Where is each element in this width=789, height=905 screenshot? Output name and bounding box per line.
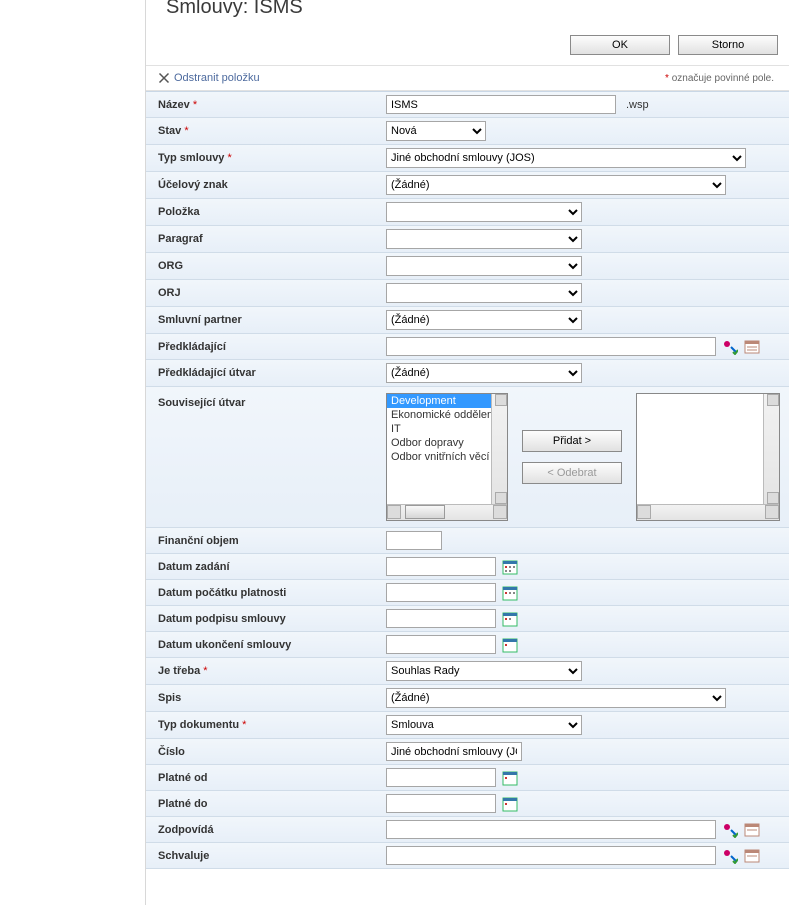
predkladajici-input[interactable] [386, 337, 716, 356]
spis-select[interactable]: (Žádné) [386, 688, 726, 708]
calendar-icon[interactable] [502, 585, 518, 601]
souvisejici-available-list[interactable]: Development Ekonomické oddělení IT Odbor… [386, 393, 508, 521]
paragraf-select[interactable] [386, 229, 582, 249]
datum-podpisu-input[interactable] [386, 609, 496, 628]
datum-zadani-input[interactable] [386, 557, 496, 576]
main-content: Smlouvy: ISMS OK Storno Odstranit položk… [146, 0, 789, 905]
delete-item-link[interactable]: Odstranit položku [158, 72, 260, 84]
zodpovida-input[interactable] [386, 820, 716, 839]
scrollbar[interactable] [763, 394, 779, 504]
label-ucelovy-znak: Účelový znak [158, 179, 228, 191]
label-smluvni-partner: Smluvní partner [158, 314, 242, 326]
required-note: * označuje povinné pole. [665, 73, 774, 84]
cislo-input[interactable] [386, 742, 522, 761]
label-schvaluje: Schvaluje [158, 850, 209, 862]
calendar-icon[interactable] [502, 770, 518, 786]
check-names-icon[interactable] [722, 339, 738, 355]
list-item[interactable]: Odbor dopravy [387, 436, 507, 450]
je-treba-select[interactable]: Souhlas Rady [386, 661, 582, 681]
required-note-text: označuje povinné pole. [669, 73, 774, 84]
smluvni-partner-select[interactable]: (Žádné) [386, 310, 582, 330]
label-zodpovida: Zodpovídá [158, 824, 214, 836]
label-org: ORG [158, 260, 183, 272]
datum-pocatku-input[interactable] [386, 583, 496, 602]
ok-button[interactable]: OK [570, 35, 670, 55]
label-platne-od: Platné od [158, 772, 208, 784]
label-financni-objem: Finanční objem [158, 535, 239, 547]
polozka-select[interactable] [386, 202, 582, 222]
label-datum-ukonceni: Datum ukončení smlouvy [158, 639, 291, 651]
typ-smlouvy-select[interactable]: Jiné obchodní smlouvy (JOS) [386, 148, 746, 168]
stav-select[interactable]: Nová [386, 121, 486, 141]
label-nazev: Název [158, 99, 190, 111]
list-item[interactable]: Ekonomické oddělení [387, 408, 507, 422]
ucelovy-znak-select[interactable]: (Žádné) [386, 175, 726, 195]
left-nav-panel [0, 0, 146, 905]
label-cislo: Číslo [158, 746, 185, 758]
top-toolbar: OK Storno [146, 25, 789, 66]
label-predkladajici-utvar: Předkládající útvar [158, 367, 256, 379]
label-predkladajici: Předkládající [158, 341, 226, 353]
list-item[interactable]: Odbor vnitřních věcí [387, 450, 507, 464]
label-datum-pocatku: Datum počátku platnosti [158, 587, 286, 599]
predkladajici-utvar-select[interactable]: (Žádné) [386, 363, 582, 383]
label-je-treba: Je třeba [158, 665, 200, 677]
browse-icon[interactable] [744, 822, 760, 838]
platne-od-input[interactable] [386, 768, 496, 787]
cancel-button[interactable]: Storno [678, 35, 778, 55]
browse-icon[interactable] [744, 848, 760, 864]
nazev-input[interactable] [386, 95, 616, 114]
delete-item-label: Odstranit položku [174, 72, 260, 84]
label-typ-smlouvy: Typ smlouvy [158, 152, 224, 164]
label-typ-dokumentu: Typ dokumentu [158, 719, 239, 731]
list-item[interactable]: IT [387, 422, 507, 436]
calendar-icon[interactable] [502, 559, 518, 575]
platne-do-input[interactable] [386, 794, 496, 813]
scrollbar[interactable] [637, 504, 779, 520]
list-item[interactable]: Development [387, 394, 507, 408]
scrollbar[interactable] [491, 394, 507, 504]
label-spis: Spis [158, 692, 181, 704]
label-orj: ORJ [158, 287, 181, 299]
page-title: Smlouvy: ISMS [146, 0, 789, 25]
check-names-icon[interactable] [722, 822, 738, 838]
schvaluje-input[interactable] [386, 846, 716, 865]
org-select[interactable] [386, 256, 582, 276]
label-souvisejici-utvar: Související útvar [158, 397, 245, 409]
scrollbar[interactable] [387, 504, 507, 520]
calendar-icon[interactable] [502, 611, 518, 627]
label-datum-podpisu: Datum podpisu smlouvy [158, 613, 286, 625]
label-platne-do: Platné do [158, 798, 208, 810]
remove-button[interactable]: < Odebrat [522, 462, 622, 484]
browse-icon[interactable] [744, 339, 760, 355]
label-stav: Stav [158, 125, 181, 137]
check-names-icon[interactable] [722, 848, 738, 864]
delete-icon [158, 72, 170, 84]
label-datum-zadani: Datum zadání [158, 561, 230, 573]
souvisejici-selected-list[interactable] [636, 393, 780, 521]
nazev-suffix: .wsp [626, 99, 649, 111]
financni-objem-input[interactable] [386, 531, 442, 550]
add-button[interactable]: Přidat > [522, 430, 622, 452]
calendar-icon[interactable] [502, 637, 518, 653]
typ-dokumentu-select[interactable]: Smlouva [386, 715, 582, 735]
calendar-icon[interactable] [502, 796, 518, 812]
label-paragraf: Paragraf [158, 233, 203, 245]
orj-select[interactable] [386, 283, 582, 303]
datum-ukonceni-input[interactable] [386, 635, 496, 654]
label-polozka: Položka [158, 206, 200, 218]
